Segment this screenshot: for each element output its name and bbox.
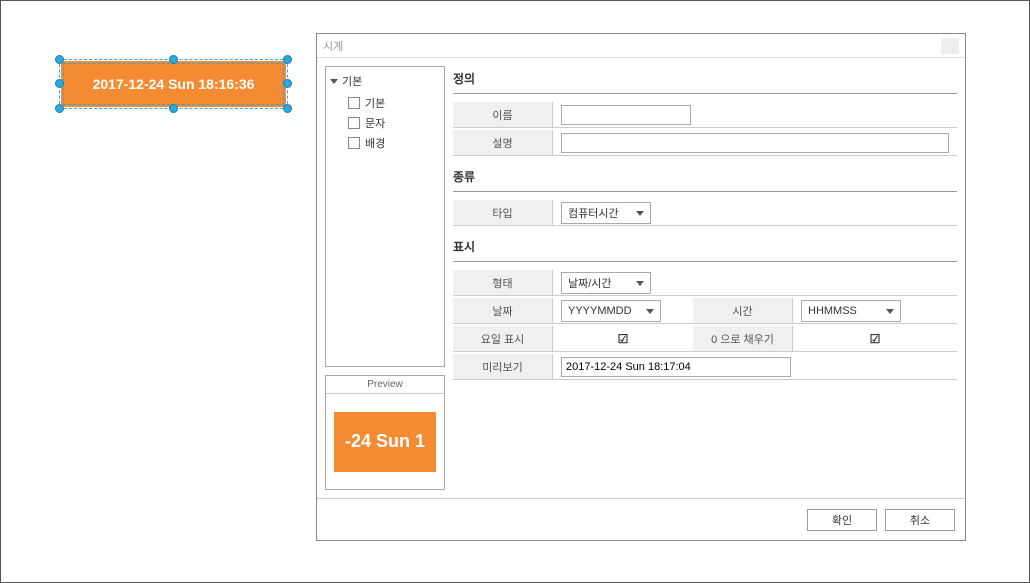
section-divider xyxy=(453,261,957,262)
tree-item-label: 문자 xyxy=(365,115,385,131)
prop-label-type: 타입 xyxy=(453,200,553,225)
property-tree: 기본 기본 문자 배경 xyxy=(325,66,445,367)
resize-handle-s[interactable] xyxy=(169,104,178,113)
prop-label-preview: 미리보기 xyxy=(453,354,553,379)
prop-label-desc: 설명 xyxy=(453,130,553,155)
time-format-select[interactable]: HHMMSS xyxy=(801,300,901,322)
prop-row-form: 형태 날짜/시간 xyxy=(453,270,957,296)
resize-handle-sw[interactable] xyxy=(55,104,64,113)
preview-panel: Preview -24 Sun 1 xyxy=(325,375,445,490)
resize-handle-n[interactable] xyxy=(169,55,178,64)
dialog-title-text: 시계 xyxy=(323,38,343,54)
preview-label: Preview xyxy=(326,376,444,394)
preview-swatch: -24 Sun 1 xyxy=(334,412,436,472)
name-input[interactable] xyxy=(561,105,691,125)
section-type-title: 종류 xyxy=(453,164,957,189)
section-divider xyxy=(453,191,957,192)
clock-properties-dialog: 시계 기본 기본 xyxy=(316,33,966,541)
form-select-value: 날짜/시간 xyxy=(568,275,612,291)
weekday-checkbox[interactable]: ☑ xyxy=(616,332,630,346)
tree-root-label: 기본 xyxy=(342,73,362,89)
resize-handle-w[interactable] xyxy=(55,79,64,88)
prop-label-time: 시간 xyxy=(693,298,793,323)
tree-item-background[interactable]: 배경 xyxy=(348,133,440,153)
prop-label-zeropad: 0 으로 채우기 xyxy=(693,326,793,351)
cancel-button[interactable]: 취소 xyxy=(885,509,955,531)
description-input[interactable] xyxy=(561,133,949,153)
preview-output xyxy=(561,357,791,377)
date-select-value: YYYYMMDD xyxy=(568,305,632,317)
close-icon[interactable] xyxy=(941,38,959,54)
prop-label-date: 날짜 xyxy=(453,298,553,323)
dialog-footer: 확인 취소 xyxy=(317,498,965,540)
date-format-select[interactable]: YYYYMMDD xyxy=(561,300,661,322)
prop-row-type: 타입 컴퓨터시간 xyxy=(453,200,957,226)
type-select-value: 컴퓨터시간 xyxy=(568,205,619,221)
prop-row-preview: 미리보기 xyxy=(453,354,957,380)
prop-label-name: 이름 xyxy=(453,102,553,127)
ok-button[interactable]: 확인 xyxy=(807,509,877,531)
resize-handle-nw[interactable] xyxy=(55,55,64,64)
tree-item-basic[interactable]: 기본 xyxy=(348,93,440,113)
dialog-right-column: 정의 이름 설명 종류 타입 xyxy=(453,66,957,490)
section-divider xyxy=(453,93,957,94)
section-definition-title: 정의 xyxy=(453,66,957,91)
app-frame: 2017-12-24 Sun 18:16:36 시계 기본 xyxy=(0,0,1030,583)
form-select[interactable]: 날짜/시간 xyxy=(561,272,651,294)
prop-row-weekday-zeropad: 요일 표시 ☑ 0 으로 채우기 ☑ xyxy=(453,326,957,352)
dialog-left-column: 기본 기본 문자 배경 xyxy=(325,66,445,490)
time-select-value: HHMMSS xyxy=(808,305,857,317)
resize-handle-e[interactable] xyxy=(283,79,292,88)
prop-label-form: 형태 xyxy=(453,270,553,295)
dialog-body: 기본 기본 문자 배경 xyxy=(317,58,965,498)
type-select[interactable]: 컴퓨터시간 xyxy=(561,202,651,224)
checkbox-icon[interactable] xyxy=(348,117,360,129)
prop-row-name: 이름 xyxy=(453,102,957,128)
prop-row-desc: 설명 xyxy=(453,130,957,156)
resize-handle-ne[interactable] xyxy=(283,55,292,64)
dialog-titlebar[interactable]: 시계 xyxy=(317,34,965,58)
tree-root-item[interactable]: 기본 xyxy=(330,73,440,89)
clock-widget-body: 2017-12-24 Sun 18:16:36 xyxy=(61,61,286,107)
checkbox-icon[interactable] xyxy=(348,137,360,149)
resize-handle-se[interactable] xyxy=(283,104,292,113)
prop-label-weekday: 요일 표시 xyxy=(453,326,553,351)
section-display-title: 표시 xyxy=(453,234,957,259)
selected-clock-widget[interactable]: 2017-12-24 Sun 18:16:36 xyxy=(61,61,286,107)
chevron-down-icon xyxy=(330,79,338,84)
zeropad-checkbox[interactable]: ☑ xyxy=(868,332,882,346)
tree-item-label: 기본 xyxy=(365,95,385,111)
tree-item-label: 배경 xyxy=(365,135,385,151)
prop-row-date-time: 날짜 YYYYMMDD 시간 HHMMSS xyxy=(453,298,957,324)
tree-item-text[interactable]: 문자 xyxy=(348,113,440,133)
checkbox-icon[interactable] xyxy=(348,97,360,109)
